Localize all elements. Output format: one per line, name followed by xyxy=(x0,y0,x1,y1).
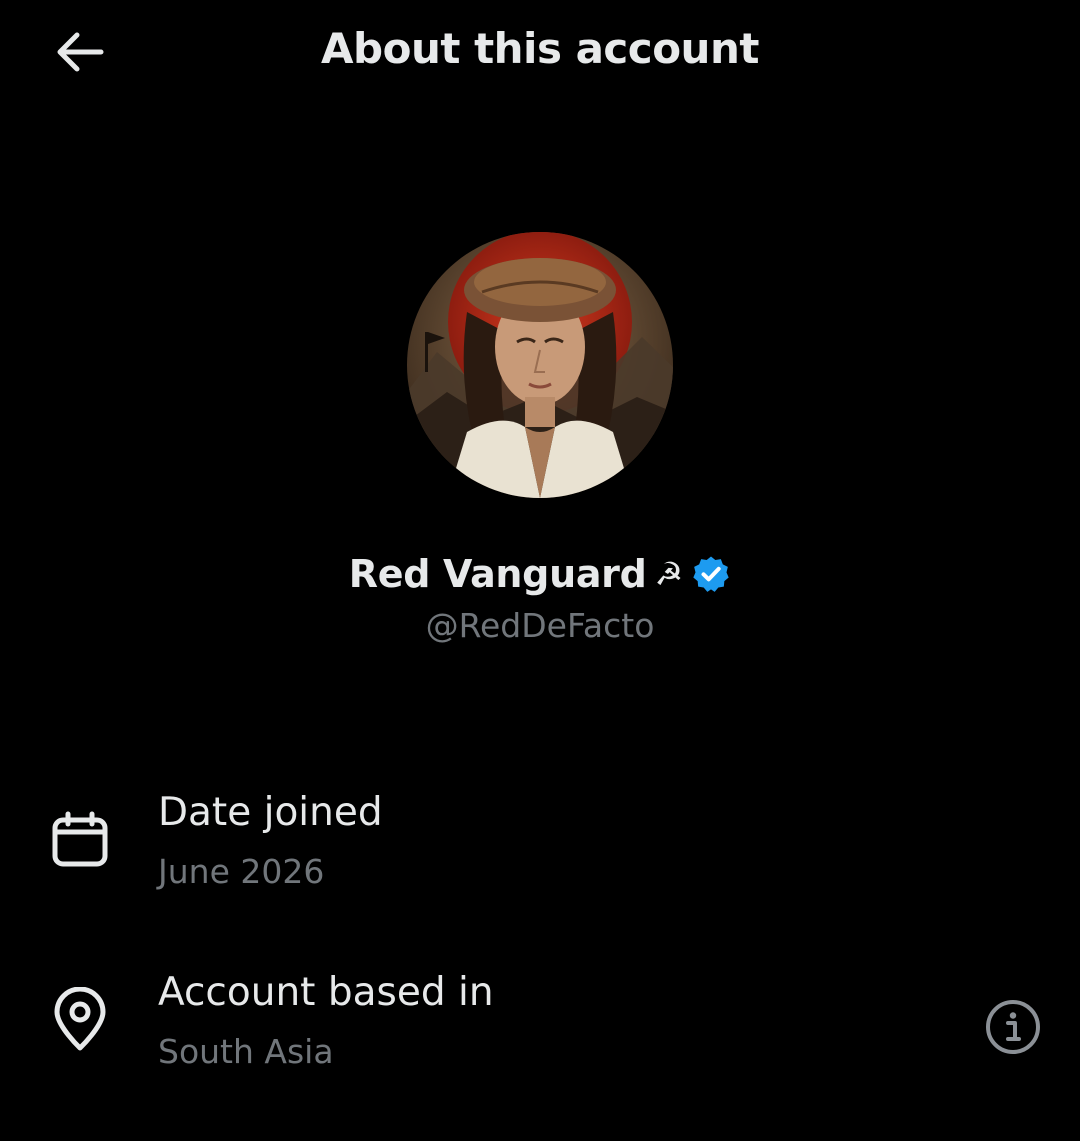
date-joined-label: Date joined xyxy=(158,790,383,835)
account-based-in-label: Account based in xyxy=(158,970,494,1015)
profile-name-row: Red Vanguard ☭ xyxy=(0,552,1080,596)
avatar xyxy=(407,232,673,498)
date-joined-row: Date joined June 2026 xyxy=(0,786,1080,906)
profile-handle: @RedDeFacto xyxy=(425,606,655,645)
account-based-in-row: Account based in South Asia xyxy=(0,966,1080,1086)
info-icon xyxy=(986,1000,1040,1054)
info-button[interactable] xyxy=(976,990,1050,1064)
calendar-icon xyxy=(52,811,108,867)
display-name: Red Vanguard xyxy=(348,552,647,596)
verified-badge-icon xyxy=(693,556,729,592)
location-pin-icon xyxy=(54,987,106,1051)
date-joined-value: June 2026 xyxy=(158,852,325,891)
page-title: About this account xyxy=(321,24,759,73)
top-app-bar: About this account xyxy=(0,0,1080,110)
account-based-in-value: South Asia xyxy=(158,1032,334,1071)
hammer-sickle-emoji: ☭ xyxy=(654,555,684,593)
